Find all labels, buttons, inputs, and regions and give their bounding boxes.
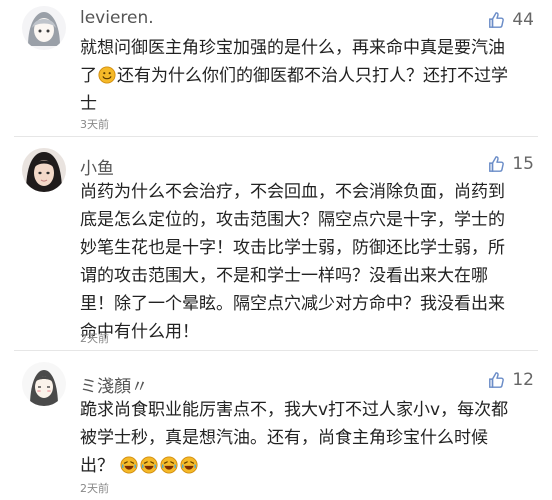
avatar[interactable] (22, 148, 66, 192)
avatar[interactable] (22, 362, 66, 406)
thumbs-up-icon (489, 12, 505, 28)
like-count: 44 (512, 10, 534, 30)
like-count: 15 (512, 154, 534, 174)
timestamp: 2天前 (80, 332, 109, 345)
like-button[interactable]: 44 (488, 10, 534, 30)
comment-item: levieren. 44 就想问御医主角珍宝加强的是什么，再来命中真是要汽油了 … (0, 0, 552, 136)
laugh-cry-emoji-icon (120, 456, 138, 474)
smile-emoji-icon (98, 66, 116, 84)
laugh-cry-emoji-icon (160, 456, 178, 474)
timestamp: 3天前 (80, 118, 109, 131)
comment-text: 跪求尚食职业能厉害点不，我大v打不过人家小v，每次都被学士秒，真是想汽油。还有，… (80, 396, 520, 480)
username[interactable]: 小鱼 (80, 154, 114, 179)
comment-feed: levieren. 44 就想问御医主角珍宝加强的是什么，再来命中真是要汽油了 … (0, 0, 552, 500)
comment-text-part: 还有为什么你们的御医都不治人只打人？还打不过学士 (80, 66, 508, 114)
username[interactable]: ミ淺顏〃 (80, 372, 148, 397)
comment-text: 尚药为什么不会治疗，不会回血，不会消除负面，尚药到底是怎么定位的，攻击范围大？隔… (80, 182, 505, 342)
username[interactable]: levieren. (80, 8, 154, 28)
like-button[interactable]: 15 (488, 154, 534, 174)
timestamp: 2天前 (80, 482, 109, 495)
thumbs-up-icon (489, 372, 505, 388)
laugh-cry-emoji-icon (180, 456, 198, 474)
avatar[interactable] (22, 6, 66, 50)
comment-text: 就想问御医主角珍宝加强的是什么，再来命中真是要汽油了 还有为什么你们的御医都不治… (80, 34, 520, 118)
like-count: 12 (512, 370, 534, 390)
divider (14, 350, 538, 351)
thumbs-up-icon (489, 156, 505, 172)
like-button[interactable]: 12 (488, 370, 534, 390)
comment-item: ミ淺顏〃 12 跪求尚食职业能厉害点不，我大v打不过人家小v，每次都被学士秒，真… (0, 352, 552, 500)
divider (14, 136, 538, 137)
comment-item: 小鱼 15 尚药为什么不会治疗，不会回血，不会消除负面，尚药到底是怎么定位的，攻… (0, 138, 552, 350)
laugh-cry-emoji-icon (140, 456, 158, 474)
